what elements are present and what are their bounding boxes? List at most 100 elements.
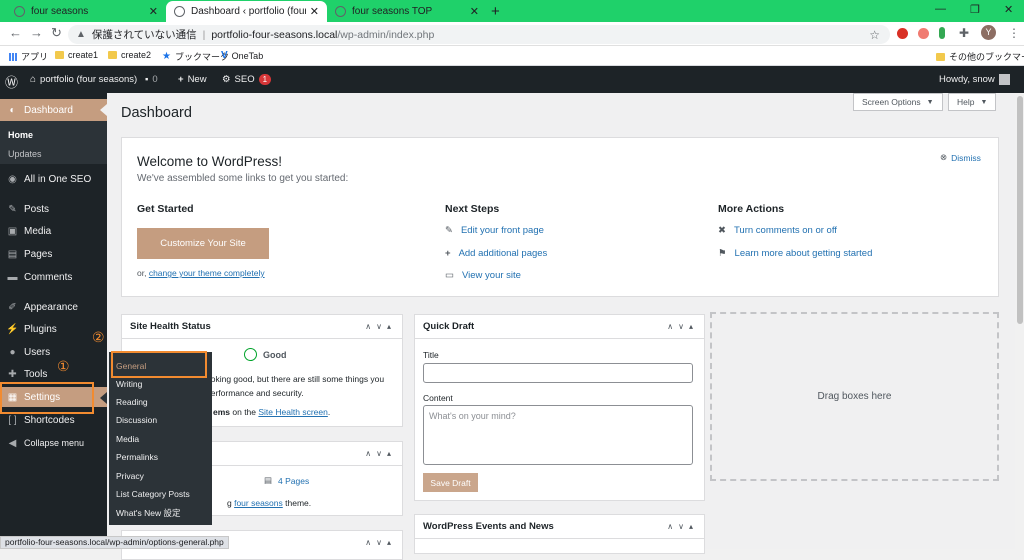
panel-controls[interactable]: ∧∨▴	[667, 522, 698, 531]
close-icon[interactable]: ✕	[470, 5, 479, 18]
menu-label: Plugins	[24, 323, 57, 335]
flyout-whats-new[interactable]: What's New 設定	[116, 507, 180, 519]
pages-icon: ▤	[264, 475, 273, 485]
edit-front-page-link[interactable]: ✎ Edit your front page	[445, 225, 544, 236]
screen-options-button[interactable]: Screen Options ▼	[853, 93, 943, 111]
flyout-list-category-posts[interactable]: List Category Posts	[116, 489, 190, 499]
site-health-link[interactable]: Site Health screen	[258, 407, 327, 417]
submenu-updates[interactable]: Updates	[8, 149, 42, 159]
or-text: or,	[137, 268, 147, 278]
url-path: /wp-admin/index.php	[337, 28, 435, 41]
draft-title-input[interactable]	[423, 363, 693, 383]
bookmark-create1[interactable]: create1	[55, 50, 98, 60]
flyout-writing[interactable]: Writing	[116, 379, 142, 389]
dashboard-icon: ◐	[9, 104, 16, 116]
restore-button[interactable]: ❐	[970, 3, 980, 16]
text: on the	[230, 407, 259, 417]
menu-plugins[interactable]: ⚡ Plugins	[0, 319, 107, 339]
scrollbar-thumb[interactable]	[1017, 96, 1023, 324]
bookmark-onetab[interactable]: V OneTab	[221, 50, 263, 61]
admin-sidebar: ◐ Dashboard Home Updates ◉ All in One SE…	[0, 93, 107, 549]
help-button[interactable]: Help ▼	[948, 93, 997, 111]
bookmark-apps[interactable]: アプリ	[9, 50, 48, 63]
flyout-privacy[interactable]: Privacy	[116, 471, 144, 481]
address-bar-row: ← → ↻ ▲ 保護されていない通信 | portfolio-four-seas…	[0, 22, 1024, 46]
flyout-permalinks[interactable]: Permalinks	[116, 452, 158, 462]
browser-tab-2[interactable]: Dashboard ‹ portfolio (four seasons) — W…	[166, 1, 327, 22]
add-pages-link[interactable]: + Add additional pages	[445, 248, 547, 259]
menu-appearance[interactable]: ✐ Appearance	[0, 297, 107, 317]
dismiss-link[interactable]: ⊗ Dismiss	[940, 152, 981, 163]
submenu-home[interactable]: Home	[8, 130, 33, 140]
star-icon: ★	[162, 51, 171, 62]
view-site-link[interactable]: ▭ View your site	[445, 270, 521, 281]
panel-controls[interactable]: ∧∨▴	[667, 322, 698, 331]
menu-label: Tools	[24, 368, 48, 380]
menu-media[interactable]: ▣ Media	[0, 221, 107, 241]
reload-button[interactable]: ↻	[51, 25, 62, 41]
more-menu-icon[interactable]: ⋮	[1008, 26, 1020, 40]
minimize-button[interactable]: —	[935, 3, 946, 15]
extension-icon[interactable]	[939, 27, 945, 39]
bookmark-other[interactable]: その他のブックマーク	[936, 50, 1024, 63]
page-title: Dashboard	[121, 105, 192, 121]
menu-tools[interactable]: ✚ Tools	[0, 364, 107, 384]
menu-pages[interactable]: ▤ Pages	[0, 244, 107, 264]
my-account-link[interactable]: Howdy, snow	[939, 74, 1010, 85]
draft-content-textarea[interactable]: What's on your mind?	[423, 405, 693, 465]
browser-tab-1[interactable]: four seasons ✕	[6, 1, 166, 22]
comments-link[interactable]: ▪ 0	[145, 74, 158, 85]
panel-controls[interactable]: ∧∨▴	[365, 322, 396, 331]
back-button[interactable]: ←	[9, 25, 22, 40]
comments-toggle-link[interactable]: ✖ Turn comments on or off	[718, 225, 837, 236]
screen-icon: ▭	[445, 270, 454, 281]
folder-icon	[936, 52, 945, 61]
extension-icon[interactable]	[897, 28, 908, 39]
seo-menu[interactable]: ⚙ SEO 1	[222, 74, 272, 85]
bookmark-label: OneTab	[231, 50, 264, 61]
comment-off-icon: ✖	[718, 225, 726, 236]
plus-icon: +	[178, 74, 184, 85]
menu-posts[interactable]: ✎ Posts	[0, 199, 107, 219]
menu-users[interactable]: ● Users	[0, 342, 107, 362]
panel-controls[interactable]: ∧∨▴	[365, 449, 396, 458]
menu-comments[interactable]: ▬ Comments	[0, 267, 107, 287]
browser-tab-3[interactable]: four seasons TOP ✕	[327, 1, 487, 22]
customize-site-button[interactable]: Customize Your Site	[137, 228, 269, 259]
close-window-button[interactable]: ✕	[1004, 3, 1013, 16]
bookmark-create2[interactable]: create2	[108, 50, 151, 60]
flyout-arrow	[100, 392, 107, 404]
save-draft-button[interactable]: Save Draft	[423, 473, 478, 492]
flyout-media[interactable]: Media	[116, 434, 139, 444]
close-icon[interactable]: ✕	[310, 5, 319, 18]
bookmark-bookmarks[interactable]: ★ ブックマーク	[162, 50, 229, 63]
close-icon[interactable]: ✕	[149, 5, 158, 18]
site-name-link[interactable]: ⌂ portfolio (four seasons)	[30, 74, 137, 85]
caret-down-icon: ▼	[926, 98, 934, 106]
change-theme-link[interactable]: change your theme completely	[149, 268, 265, 278]
forward-button[interactable]: →	[30, 25, 43, 40]
onetab-icon: V	[221, 50, 228, 61]
new-content-link[interactable]: + New	[178, 74, 207, 85]
flyout-discussion[interactable]: Discussion	[116, 415, 157, 425]
tab-title: Dashboard ‹ portfolio (four seasons) — W…	[191, 6, 306, 17]
aioseo-icon: ◉	[8, 173, 17, 185]
star-icon[interactable]: ☆	[869, 28, 880, 42]
theme-link[interactable]: four seasons	[234, 498, 283, 508]
main-content: Dashboard Screen Options ▼ Help ▼ Welcom…	[107, 93, 1024, 560]
extension-icon[interactable]	[918, 28, 929, 39]
profile-avatar[interactable]: Y	[981, 25, 996, 40]
wordpress-logo-icon[interactable]: Ⓦ	[5, 72, 18, 91]
security-label: 保護されていない通信	[91, 29, 197, 41]
flyout-reading[interactable]: Reading	[116, 397, 148, 407]
learn-more-link[interactable]: ⚑ Learn more about getting started	[718, 248, 872, 259]
menu-dashboard[interactable]: ◐ Dashboard	[0, 99, 107, 121]
menu-aioseo[interactable]: ◉ All in One SEO	[0, 169, 107, 189]
collapse-menu-button[interactable]: ◀ Collapse menu	[0, 433, 107, 453]
health-text-1: ooking good, but there are still some th…	[206, 374, 385, 384]
pages-count-link[interactable]: ▤ 4 Pages	[264, 475, 309, 486]
panel-controls[interactable]: ∧∨▴	[365, 538, 396, 547]
new-tab-button[interactable]: +	[491, 3, 500, 20]
puzzle-icon[interactable]: ✚	[959, 26, 969, 40]
url-field[interactable]: ▲ 保護されていない通信 | portfolio-four-seasons.lo…	[68, 25, 890, 44]
